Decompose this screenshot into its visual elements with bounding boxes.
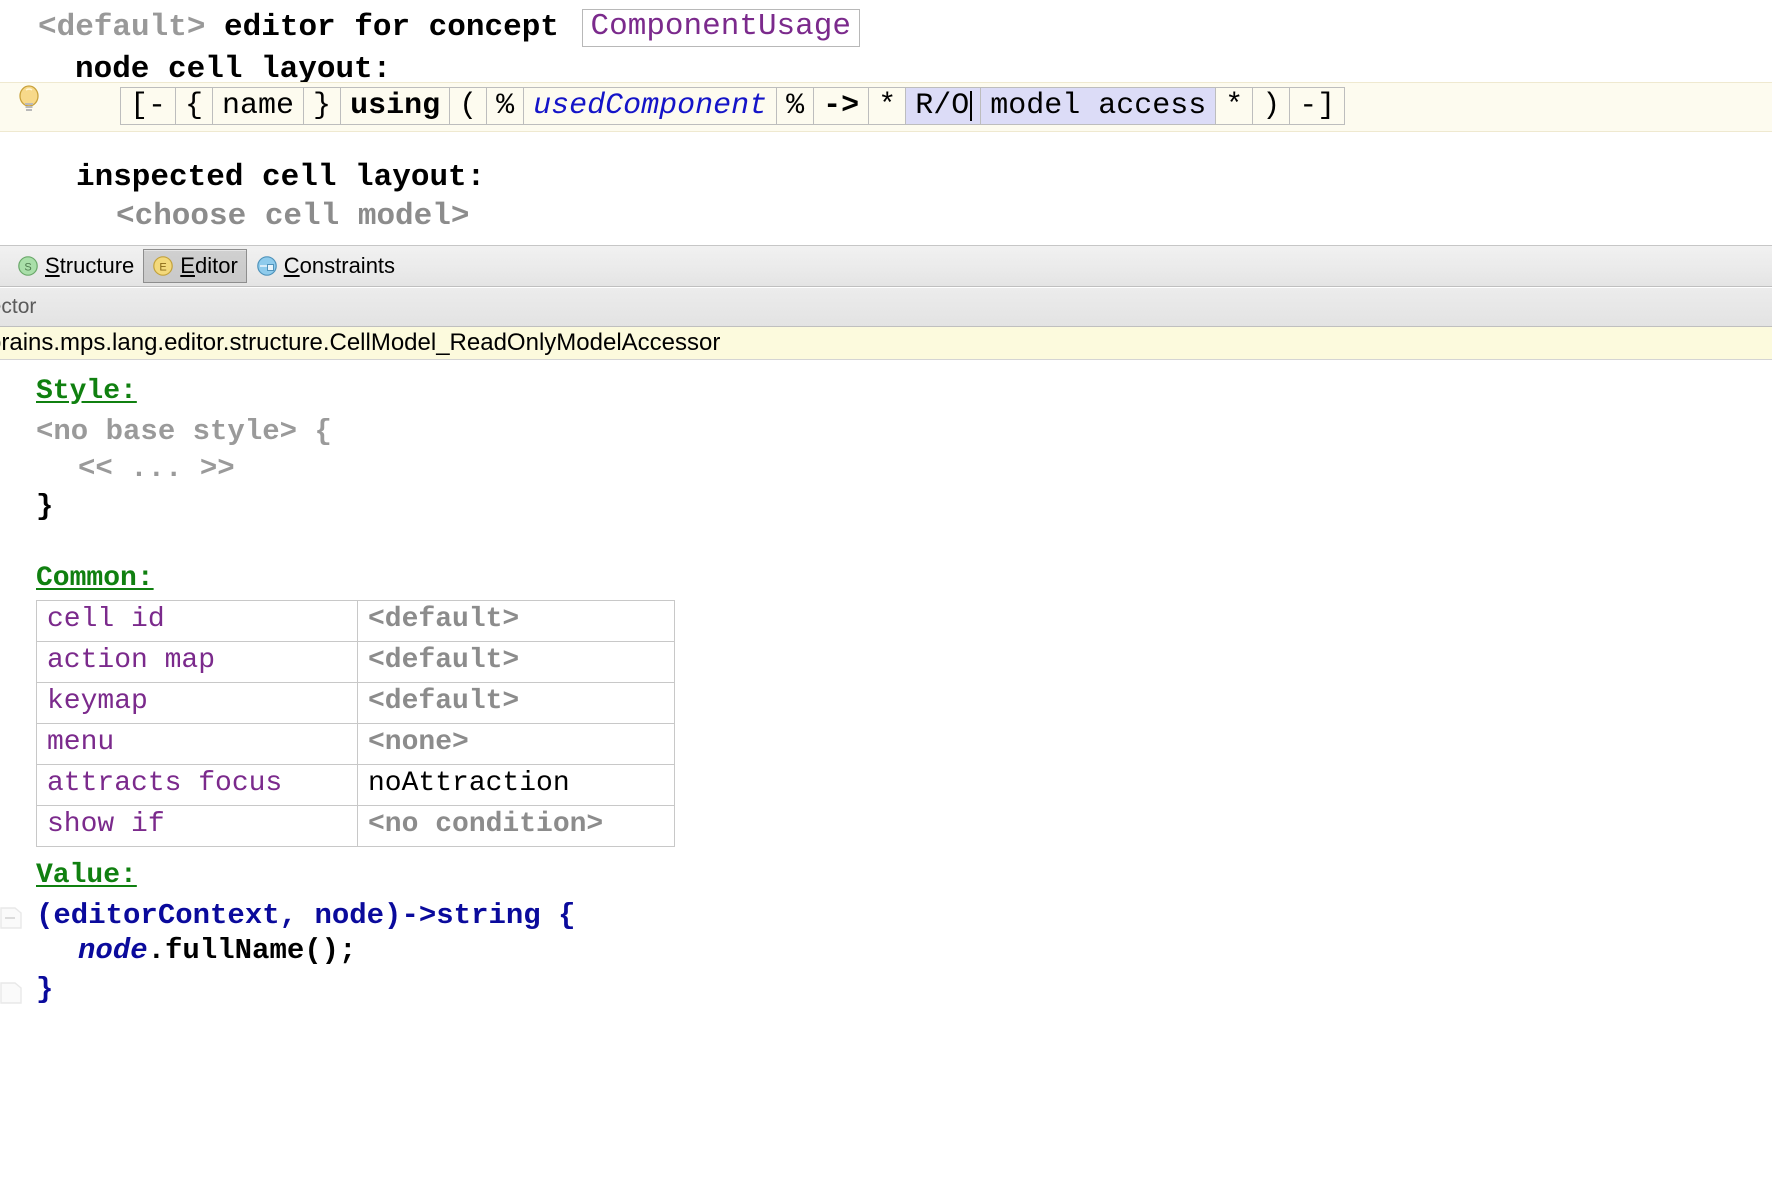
row-key-attracts-focus: attracts focus (36, 764, 358, 807)
fold-handle-icon-bottom[interactable] (0, 980, 22, 1006)
cell-using-keyword[interactable]: using (340, 87, 451, 125)
inspector-panel-header: pector (0, 288, 1772, 327)
cell-name[interactable]: name (212, 87, 305, 125)
cell-star-right[interactable]: * (1215, 87, 1254, 125)
cell-read-only-accessor-text: R/O (915, 89, 970, 123)
editor-declaration-line: <default> editor for concept ComponentUs… (38, 9, 860, 47)
row-value-action-map[interactable]: <default> (357, 641, 675, 684)
value-signature-line[interactable]: (editorContext, node)->string { (36, 899, 576, 932)
tab-structure[interactable]: S Structure (8, 249, 143, 283)
cell-used-component[interactable]: usedComponent (523, 87, 778, 125)
cell-percent-open[interactable]: % (486, 87, 525, 125)
concept-reference[interactable]: ComponentUsage (581, 9, 860, 47)
aspect-tab-strip: S Structure E Editor Constraints (0, 245, 1772, 287)
common-properties-table: cell id <default> action map <default> k… (36, 599, 675, 848)
tab-structure-rest: tructure (59, 253, 135, 278)
cell-model-access[interactable]: model access (980, 87, 1217, 125)
tab-editor-label: Editor (180, 253, 238, 278)
choose-cell-model-placeholder[interactable]: <choose cell model> (116, 199, 469, 234)
row-value-keymap[interactable]: <default> (357, 682, 675, 725)
row-key-keymap: keymap (36, 682, 358, 725)
table-row[interactable]: show if <no condition> (36, 805, 675, 848)
inspected-cell-layout-label: inspected cell layout: (76, 160, 486, 195)
tab-editor[interactable]: E Editor (143, 249, 247, 283)
tab-constraints-label: Constraints (283, 253, 396, 278)
row-value-cell-id[interactable]: <default> (357, 599, 675, 643)
style-section-heading: Style: (36, 376, 137, 407)
cell-arrow[interactable]: -> (813, 87, 870, 125)
inspector-body[interactable]: Style: <no base style> { << ... >> } Com… (0, 360, 1772, 1186)
value-body-variable: node (78, 934, 148, 967)
row-value-attracts-focus[interactable]: noAttraction (357, 764, 675, 807)
value-body-line[interactable]: node.fullName(); (78, 934, 356, 967)
cell-layout-row[interactable]: [- { name } using ( % usedComponent % ->… (120, 87, 1346, 125)
inspector-title: pector (0, 295, 37, 318)
style-ellipsis-line[interactable]: << ... >> (78, 452, 235, 485)
inspected-concept-path: brains.mps.lang.editor.structure.CellMod… (0, 329, 721, 356)
text-caret (970, 91, 973, 121)
fold-handle-icon-top[interactable] (0, 905, 22, 931)
tab-structure-label: Structure (45, 253, 135, 278)
editor-pane[interactable]: <default> editor for concept ComponentUs… (0, 0, 1772, 278)
structure-circle-icon: S (17, 255, 39, 277)
cell-close-paren[interactable]: ) (1252, 87, 1291, 125)
tab-constraints[interactable]: Constraints (247, 249, 404, 283)
table-row[interactable]: keymap <default> (36, 682, 675, 725)
inspected-concept-bar: brains.mps.lang.editor.structure.CellMod… (0, 327, 1772, 360)
style-closing-brace: } (36, 490, 54, 523)
tab-constraints-rest: onstraints (299, 253, 396, 278)
row-key-cell-id: cell id (36, 599, 358, 643)
svg-text:S: S (24, 261, 31, 273)
row-value-show-if[interactable]: <no condition> (357, 805, 675, 848)
lightbulb-icon[interactable] (16, 84, 42, 116)
svg-text:E: E (160, 261, 167, 273)
cell-open-paren[interactable]: ( (449, 87, 488, 125)
cell-close-brace[interactable]: } (303, 87, 342, 125)
cell-percent-close[interactable]: % (776, 87, 815, 125)
row-key-menu: menu (36, 723, 358, 766)
row-value-menu[interactable]: <none> (357, 723, 675, 766)
table-row[interactable]: menu <none> (36, 723, 675, 766)
table-row[interactable]: attracts focus noAttraction (36, 764, 675, 807)
value-body-call: .fullName(); (147, 934, 357, 967)
cell-open-bracket[interactable]: [- (120, 87, 177, 125)
row-key-show-if: show if (36, 805, 358, 848)
row-key-action-map: action map (36, 641, 358, 684)
table-row[interactable]: action map <default> (36, 641, 675, 684)
value-closing-brace: } (36, 973, 54, 1006)
style-no-base-style-line[interactable]: <no base style> { (36, 415, 332, 448)
cell-open-brace[interactable]: { (175, 87, 214, 125)
cell-read-only-accessor[interactable]: R/O (905, 87, 982, 125)
table-row[interactable]: cell id <default> (36, 599, 675, 643)
cell-close-bracket[interactable]: -] (1289, 87, 1346, 125)
constraints-sphere-icon (256, 255, 278, 277)
cell-star-left[interactable]: * (868, 87, 907, 125)
editor-circle-icon: E (152, 255, 174, 277)
mps-editor-window: <default> editor for concept ComponentUs… (0, 0, 1772, 1186)
editor-for-concept-label: editor for concept (224, 10, 559, 45)
common-section-heading: Common: (36, 563, 154, 594)
value-section-heading: Value: (36, 860, 137, 891)
default-label[interactable]: <default> (38, 10, 205, 45)
tab-editor-rest: ditor (194, 253, 238, 278)
